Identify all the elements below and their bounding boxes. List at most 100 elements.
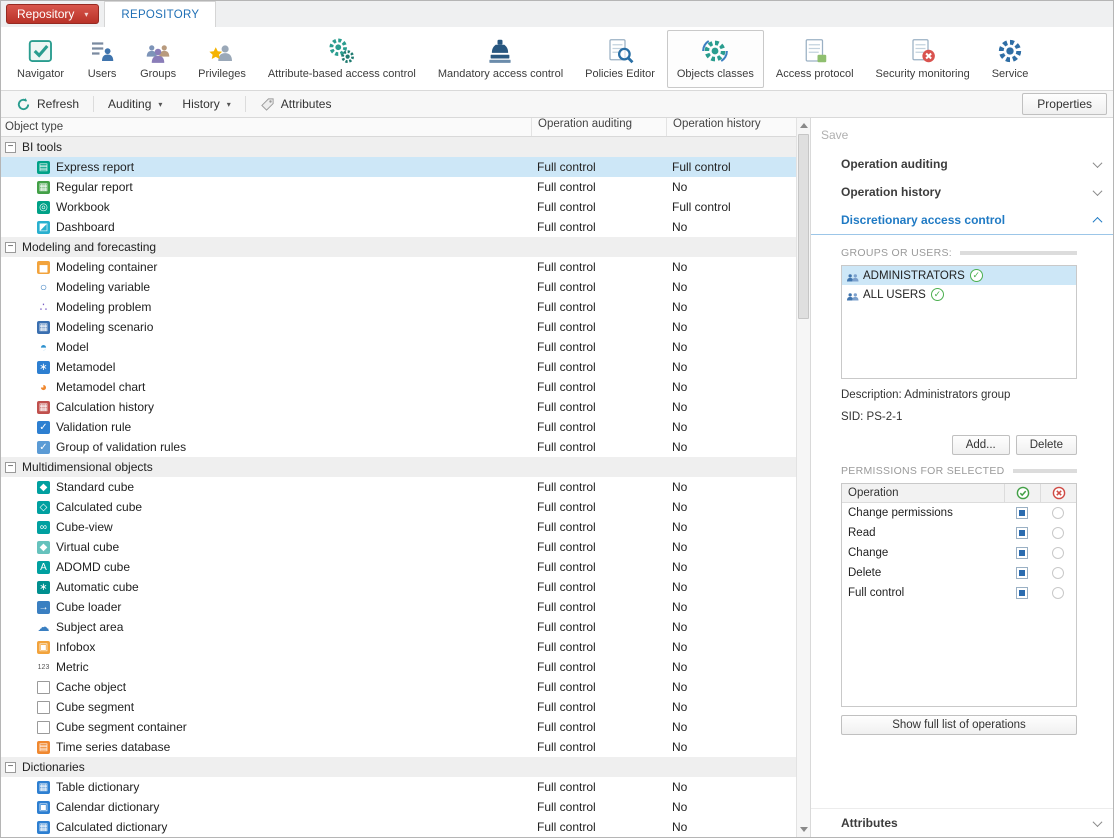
object-row-metamodel[interactable]: ∗ Metamodel Full control No [1,357,796,377]
scroll-down-button[interactable] [797,822,810,837]
object-row-dashboard[interactable]: ◩ Dashboard Full control No [1,217,796,237]
allow-checkbox[interactable] [1016,507,1028,519]
section-operation-auditing[interactable]: Operation auditing [811,150,1113,178]
groups-users-list[interactable]: ADMINISTRATORS ✓ ALL USERS ✓ [841,265,1077,379]
object-row-model[interactable]: ◓ Model Full control No [1,337,796,357]
section-attributes[interactable]: Attributes [811,808,1113,837]
object-row-cache-object[interactable]: Cache object Full control No [1,677,796,697]
object-row-time-series-database[interactable]: ▤ Time series database Full control No [1,737,796,757]
object-row-validation-rule[interactable]: ✓ Validation rule Full control No [1,417,796,437]
history-cell: No [672,420,688,434]
ribbon-item-access-protocol[interactable]: Access protocol [766,30,864,88]
group-row-dictionaries[interactable]: Dictionaries [1,757,796,777]
operation-column-header[interactable]: Operation [842,487,1004,499]
modeling-scenario-icon: ▦ [37,320,50,334]
history-dropdown[interactable]: History ▾ [173,94,239,114]
object-row-cube-segment-container[interactable]: Cube segment container Full control No [1,717,796,737]
attributes-button[interactable]: Attributes [251,94,341,115]
allow-column-icon[interactable] [1004,484,1040,502]
object-row-cube-segment[interactable]: Cube segment Full control No [1,697,796,717]
save-button[interactable]: Save [811,118,1113,150]
history-cell: No [672,440,688,454]
properties-button[interactable]: Properties [1022,93,1107,115]
collapse-icon[interactable] [5,461,16,473]
object-row-modeling-variable[interactable]: ○ Modeling variable Full control No [1,277,796,297]
object-row-regular-report[interactable]: ▦ Regular report Full control No [1,177,796,197]
allow-checkbox[interactable] [1016,587,1028,599]
ribbon-item-mandatory-access-control[interactable]: Mandatory access control [428,30,573,88]
object-row-metamodel-chart[interactable]: ◕ Metamodel chart Full control No [1,377,796,397]
collapse-icon[interactable] [5,761,16,773]
ribbon-item-label: Groups [140,68,177,80]
group-item-all-users[interactable]: ALL USERS ✓ [842,285,1076,304]
object-row-subject-area[interactable]: ☁ Subject area Full control No [1,617,796,637]
object-row-calculation-history[interactable]: ▦ Calculation history Full control No [1,397,796,417]
auditing-cell: Full control [537,780,596,794]
deny-checkbox[interactable] [1052,547,1064,559]
adomd-cube-icon: A [37,560,50,574]
ribbon-item-objects-classes[interactable]: Objects classes [666,30,764,88]
deny-checkbox[interactable] [1052,527,1064,539]
object-row-workbook[interactable]: ◎ Workbook Full control Full control [1,197,796,217]
deny-column-icon[interactable] [1040,484,1076,502]
deny-checkbox[interactable] [1052,567,1064,579]
group-row-modeling-and-forecasting[interactable]: Modeling and forecasting [1,237,796,257]
tab-repository[interactable]: REPOSITORY [104,1,217,27]
object-row-calculated-cube[interactable]: ◇ Calculated cube Full control No [1,497,796,517]
object-row-calculated-dictionary[interactable]: ▦ Calculated dictionary Full control No [1,817,796,837]
object-row-group-of-validation-rules[interactable]: ✓ Group of validation rules Full control No [1,437,796,457]
permission-label: Change [848,547,889,559]
auditing-dropdown[interactable]: Auditing ▾ [99,94,171,114]
section-operation-history[interactable]: Operation history [811,178,1113,206]
ribbon-item-navigator[interactable]: Navigator [7,30,74,88]
group-row-multidimensional-objects[interactable]: Multidimensional objects [1,457,796,477]
scrollbar-thumb[interactable] [798,134,809,319]
repository-menu-button[interactable]: Repository ▾ [6,4,100,24]
history-cell: No [672,600,688,614]
object-row-cube-view[interactable]: ∞ Cube-view Full control No [1,517,796,537]
add-button[interactable]: Add... [951,435,1010,455]
object-row-virtual-cube[interactable]: ◆ Virtual cube Full control No [1,537,796,557]
allow-checkbox[interactable] [1016,547,1028,559]
ribbon-item-groups[interactable]: Groups [130,30,186,88]
ribbon-item-policies-editor[interactable]: Policies Editor [575,30,665,88]
show-full-list-button[interactable]: Show full list of operations [841,715,1077,735]
column-header-operation-auditing[interactable]: Operation auditing [531,118,666,136]
object-row-express-report[interactable]: ▤ Express report Full control Full control [1,157,796,177]
object-row-standard-cube[interactable]: ◆ Standard cube Full control No [1,477,796,497]
delete-button[interactable]: Delete [1015,435,1077,455]
chevron-down-icon [1092,157,1103,168]
object-row-modeling-container[interactable]: ▅ Modeling container Full control No [1,257,796,277]
object-row-modeling-problem[interactable]: ∴ Modeling problem Full control No [1,297,796,317]
column-header-operation-history[interactable]: Operation history [666,118,796,136]
object-row-automatic-cube[interactable]: ∗ Automatic cube Full control No [1,577,796,597]
table-scrollbar[interactable] [796,118,810,837]
object-row-adomd-cube[interactable]: A ADOMD cube Full control No [1,557,796,577]
object-label: Validation rule [56,420,132,434]
ribbon-item-security-monitoring[interactable]: Security monitoring [866,30,980,88]
ribbon-item-users[interactable]: Users [76,30,128,88]
object-row-metric[interactable]: 123 Metric Full control No [1,657,796,677]
deny-checkbox[interactable] [1052,507,1064,519]
collapse-icon[interactable] [5,141,16,153]
object-row-table-dictionary[interactable]: ▦ Table dictionary Full control No [1,777,796,797]
refresh-button[interactable]: Refresh [7,94,88,115]
users-icon [87,36,117,66]
allow-checkbox[interactable] [1016,527,1028,539]
ribbon-item-service[interactable]: Service [982,30,1039,88]
object-row-calendar-dictionary[interactable]: ▣ Calendar dictionary Full control No [1,797,796,817]
scroll-up-button[interactable] [797,118,810,133]
group-item-administrators[interactable]: ADMINISTRATORS ✓ [842,266,1076,285]
ribbon-item-privileges[interactable]: Privileges [188,30,256,88]
object-row-infobox[interactable]: ▣ Infobox Full control No [1,637,796,657]
deny-checkbox[interactable] [1052,587,1064,599]
collapse-icon[interactable] [5,241,16,253]
object-row-cube-loader[interactable]: → Cube loader Full control No [1,597,796,617]
ribbon-item-attribute-based-access-control[interactable]: Attribute-based access control [258,30,426,88]
object-row-modeling-scenario[interactable]: ▦ Modeling scenario Full control No [1,317,796,337]
allow-checkbox[interactable] [1016,567,1028,579]
section-discretionary-access-control[interactable]: Discretionary access control [811,206,1113,235]
group-row-bi-tools[interactable]: BI tools [1,137,796,157]
column-header-object-type[interactable]: Object type [1,118,531,136]
permission-label: Read [848,527,876,539]
